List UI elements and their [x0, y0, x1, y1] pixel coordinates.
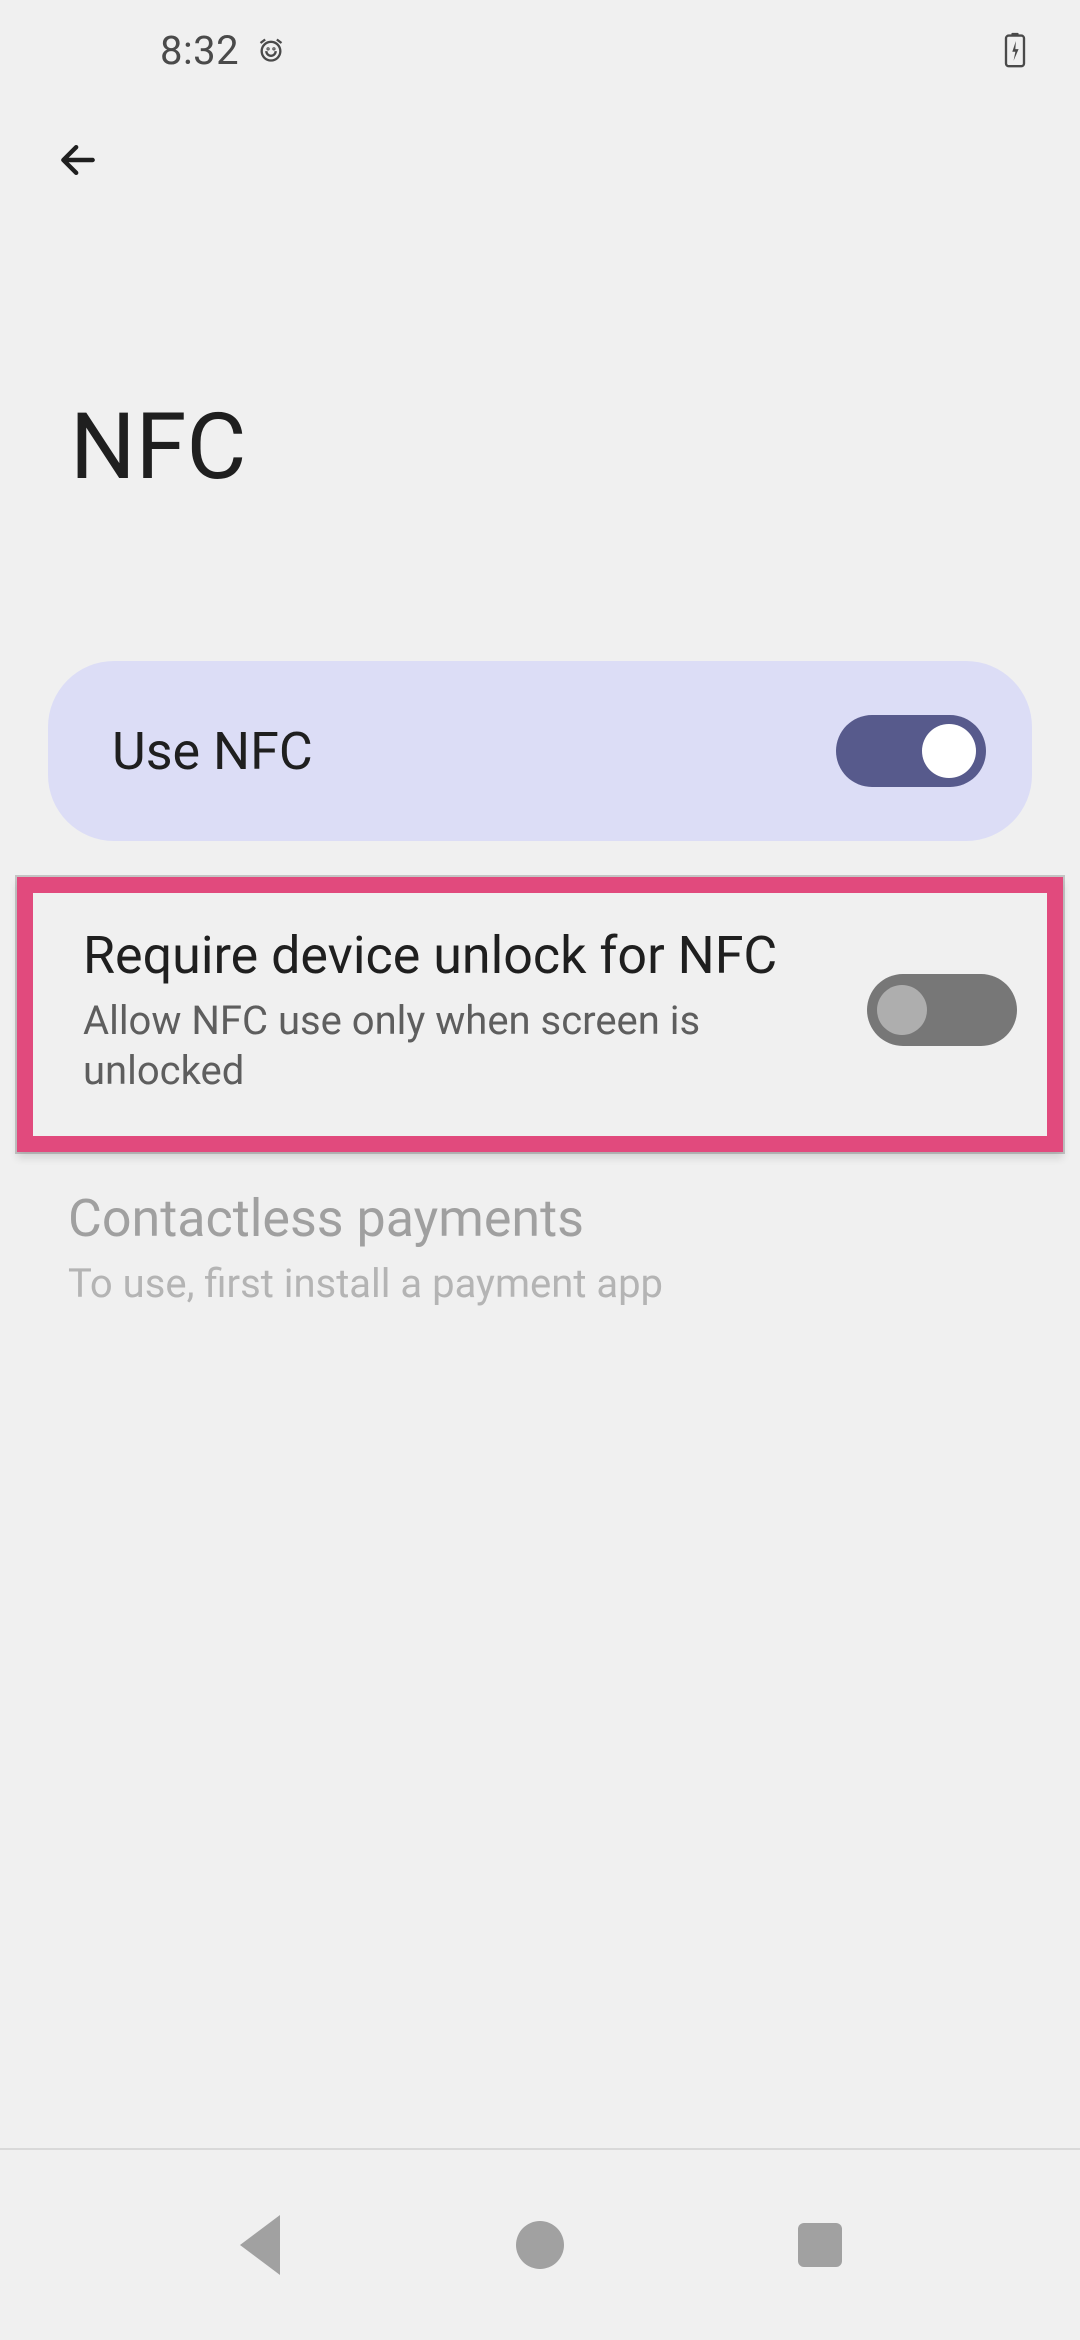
- nav-home-button[interactable]: [500, 2205, 580, 2285]
- require-unlock-toggle[interactable]: [867, 974, 1017, 1046]
- nav-recent-button[interactable]: [780, 2205, 860, 2285]
- settings-list: Use NFC Require device unlock for NFC Al…: [0, 501, 1080, 1309]
- app-bar: [0, 100, 1080, 184]
- contactless-payments-row: Contactless payments To use, first insta…: [48, 1152, 1032, 1309]
- require-unlock-label: Require device unlock for NFC: [83, 923, 843, 988]
- battery-charging-icon: [1004, 32, 1026, 68]
- square-recent-icon: [798, 2223, 842, 2267]
- use-nfc-label: Use NFC: [112, 721, 313, 782]
- triangle-back-icon: [220, 2205, 300, 2285]
- contactless-payments-label: Contactless payments: [68, 1186, 1012, 1251]
- require-unlock-sub: Allow NFC use only when screen is unlock…: [83, 996, 843, 1096]
- nav-back-button[interactable]: [220, 2205, 300, 2285]
- alarm-icon: [257, 36, 285, 64]
- arrow-left-icon: [56, 138, 100, 182]
- status-bar: 8:32: [0, 0, 1080, 100]
- use-nfc-toggle[interactable]: [836, 715, 986, 787]
- navigation-bar: [0, 2150, 1080, 2340]
- require-unlock-row[interactable]: Require device unlock for NFC Allow NFC …: [17, 877, 1063, 1152]
- page-title: NFC: [0, 184, 1080, 501]
- contactless-payments-sub: To use, first install a payment app: [68, 1259, 1012, 1309]
- back-button[interactable]: [54, 136, 102, 184]
- status-time: 8:32: [160, 27, 239, 74]
- use-nfc-row[interactable]: Use NFC: [48, 661, 1032, 841]
- circle-home-icon: [516, 2221, 564, 2269]
